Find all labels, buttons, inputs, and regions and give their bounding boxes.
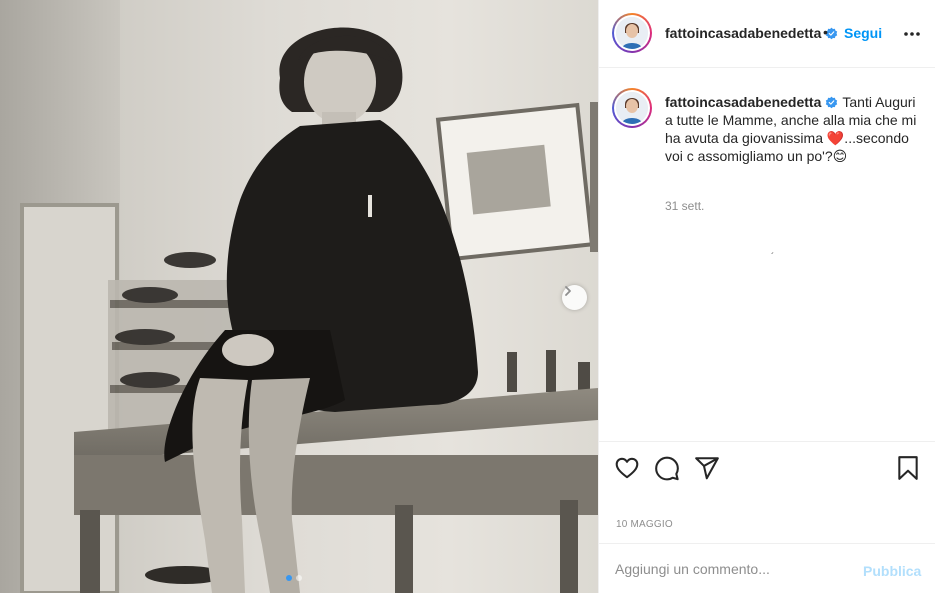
comment-bubble-icon[interactable] bbox=[654, 455, 680, 481]
post-date: 10 MAGGIO bbox=[616, 519, 673, 530]
carousel-indicator bbox=[286, 575, 302, 581]
carousel-next-button[interactable] bbox=[562, 285, 587, 310]
profile-picture bbox=[616, 17, 648, 49]
post-side-panel: fattoincasadabenedetta • Segui fattoinca… bbox=[598, 0, 935, 593]
header-separator: • bbox=[823, 24, 828, 40]
publish-button[interactable]: Pubblica bbox=[863, 563, 921, 579]
more-options-icon[interactable] bbox=[902, 24, 922, 44]
caption-username[interactable]: fattoincasadabenedetta bbox=[665, 94, 838, 110]
verified-badge-icon bbox=[826, 96, 838, 109]
wall-picture bbox=[435, 102, 595, 262]
heart-icon[interactable] bbox=[614, 455, 640, 481]
post-caption: fattoincasadabenedetta Tanti Auguri a tut… bbox=[665, 93, 923, 165]
post-header: fattoincasadabenedetta • Segui bbox=[599, 0, 935, 68]
profile-picture bbox=[616, 92, 648, 124]
account-username[interactable]: fattoincasadabenedetta bbox=[665, 25, 838, 41]
caption-timestamp: 31 sett. bbox=[665, 199, 705, 213]
caption-avatar[interactable] bbox=[612, 88, 652, 128]
bottles bbox=[507, 350, 590, 392]
caption-area: fattoincasadabenedetta Tanti Auguri a tut… bbox=[599, 69, 935, 441]
bookmark-icon[interactable] bbox=[895, 455, 921, 481]
comment-box: Pubblica bbox=[599, 543, 935, 593]
carousel-dot bbox=[296, 575, 302, 581]
caption-username-text[interactable]: fattoincasadabenedetta bbox=[665, 94, 821, 110]
avatar[interactable] bbox=[612, 13, 652, 53]
chevron-right-icon bbox=[565, 286, 571, 296]
post-photo[interactable] bbox=[0, 0, 598, 593]
vintage-photo-illustration bbox=[0, 0, 598, 593]
follow-button[interactable]: Segui bbox=[844, 25, 882, 41]
comment-input[interactable] bbox=[615, 558, 845, 580]
stray-mark: ´ bbox=[771, 252, 775, 263]
carousel-dot-active bbox=[286, 575, 292, 581]
action-bar bbox=[599, 441, 935, 501]
account-username-text[interactable]: fattoincasadabenedetta bbox=[665, 25, 821, 41]
paper-plane-icon[interactable] bbox=[694, 455, 720, 481]
